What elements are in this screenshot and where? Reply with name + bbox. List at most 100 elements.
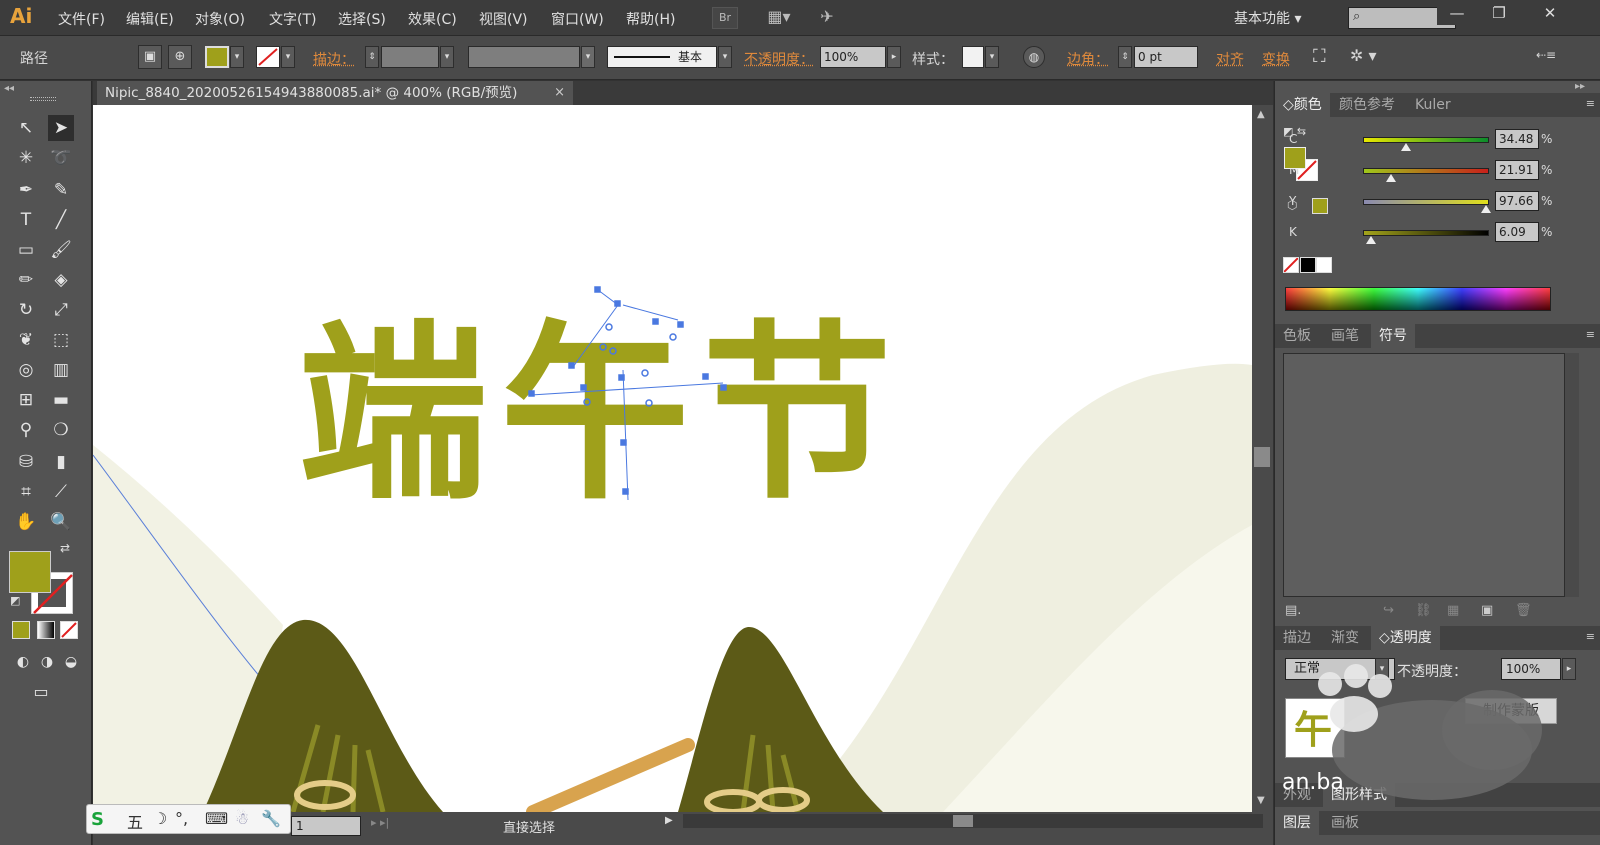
menu-select[interactable]: 选择(S) [338,9,386,29]
align-link[interactable]: 对齐 [1216,49,1244,69]
bridge-button[interactable]: Br [712,7,738,29]
keyboard-icon[interactable]: ⌨ [205,809,228,828]
artboard-canvas[interactable]: 端午节 [93,105,1252,812]
horizontal-scrollbar[interactable] [683,814,1263,828]
magenta-knob[interactable] [1385,174,1396,182]
status-menu-icon[interactable]: ▶ [665,815,673,826]
magic-wand-tool-icon[interactable]: ✳ [13,145,39,171]
magenta-slider[interactable] [1363,168,1489,174]
screen-mode-icon[interactable]: ▭ [28,679,54,705]
tab-kuler[interactable]: Kuler [1407,93,1459,117]
menu-type[interactable]: 文字(T) [269,9,316,29]
color-spectrum[interactable] [1285,287,1551,311]
tab-transparency[interactable]: ◇透明度 [1371,626,1440,650]
arrange-documents-icon[interactable]: ▦▾ [760,7,798,29]
none-mode-icon[interactable] [60,621,78,639]
corner-radius-input[interactable]: 0 pt [1134,46,1198,68]
opacity-label[interactable]: 不透明度： [744,49,814,69]
scroll-down-icon[interactable]: ▼ [1257,795,1265,806]
menu-file[interactable]: 文件(F) [58,9,105,29]
profile-dropdown[interactable]: ▾ [581,46,595,68]
stroke-color-swatch[interactable] [256,46,280,68]
pencil-tool-icon[interactable]: ✏ [13,267,39,293]
new-symbol-icon[interactable]: ▣ [1481,603,1493,618]
workspace-switcher[interactable]: 基本功能 ▾ [1234,8,1301,28]
cyan-value-input[interactable]: 34.48 [1495,129,1539,149]
swap-fill-stroke-icon[interactable]: ⇄ [60,541,70,555]
none-color-button[interactable] [1283,257,1299,273]
draw-behind-icon[interactable]: ◑ [34,649,60,675]
stroke-weight-dropdown[interactable]: ▾ [440,46,454,68]
symbols-scrollbar[interactable] [1565,353,1579,597]
fill-color-swatch[interactable] [205,46,229,68]
slice-tool-icon[interactable]: ⟋ [48,479,74,505]
corner-label[interactable]: 边角： [1067,49,1109,69]
ime-toolbar[interactable]: S 五 ☽ °, ⌨ ☃ 🔧 [86,804,291,834]
curvature-tool-icon[interactable]: ✎ [48,177,74,203]
blend-tool-icon[interactable]: ❍ [48,417,74,443]
magenta-value-input[interactable]: 21.91 [1495,160,1539,180]
variable-width-profile[interactable] [468,46,580,68]
place-symbol-icon[interactable]: ↪ [1383,603,1394,618]
cyan-slider[interactable] [1363,137,1489,143]
horizontal-scroll-thumb[interactable] [953,815,973,827]
draw-inside-icon[interactable]: ◒ [58,649,84,675]
tab-swatches[interactable]: 色板 [1275,324,1319,348]
mesh-tool-icon[interactable]: ⊞ [13,387,39,413]
scroll-up-icon[interactable]: ▲ [1257,109,1265,120]
isolate-group-icon[interactable]: ▣ [138,45,162,69]
black-slider[interactable] [1363,230,1489,236]
scale-tool-icon[interactable]: ⤢ [48,297,74,323]
rotate-tool-icon[interactable]: ↻ [13,297,39,323]
panel-menu-icon[interactable]: ⇠≡ [1536,48,1556,62]
vertical-scroll-thumb[interactable] [1254,447,1270,467]
paintbrush-tool-icon[interactable]: 🖌 [48,237,74,263]
pen-tool-icon[interactable]: ✒ [13,177,39,203]
tab-gradient[interactable]: 渐变 [1323,626,1367,650]
close-tab-icon[interactable]: × [554,81,565,105]
menu-view[interactable]: 视图(V) [479,9,528,29]
stroke-dropdown[interactable]: ▾ [281,46,295,68]
artboard-nav-icon[interactable]: ▸ ▸| [371,816,389,829]
close-window-button[interactable]: ✕ [1530,3,1570,25]
delete-symbol-icon[interactable]: 🗑 [1515,603,1532,618]
free-transform-tool-icon[interactable]: ⬚ [48,327,74,353]
menu-effect[interactable]: 效果(C) [408,9,457,29]
white-color-button[interactable] [1316,257,1332,273]
symbol-panel-menu-icon[interactable]: ≡ [1586,328,1595,341]
stroke-weight-stepper[interactable]: ⇕ [365,46,379,68]
corner-stepper[interactable]: ⇕ [1118,46,1132,68]
artboard-tool-icon[interactable]: ⌗ [13,479,39,505]
menu-object[interactable]: 对象(O) [195,9,245,29]
opacity-slider-button[interactable]: ▸ [887,46,901,68]
moon-icon[interactable]: ☽ [153,809,167,828]
rectangle-tool-icon[interactable]: ▭ [13,237,39,263]
tab-stroke[interactable]: 描边 [1275,626,1319,650]
tab-layers[interactable]: 图层 [1275,811,1319,835]
color-mode-icon[interactable] [12,621,30,639]
sogou-logo-icon[interactable]: S [91,809,104,830]
break-link-icon[interactable]: ⛓ [1415,603,1432,618]
collapse-icon[interactable]: ◂◂ [4,83,14,94]
tab-color[interactable]: ◇颜色 [1275,93,1330,117]
shape-builder-tool-icon[interactable]: ◎ [13,357,39,383]
menu-edit[interactable]: 编辑(E) [126,9,174,29]
symbols-list[interactable] [1283,353,1565,597]
black-color-button[interactable] [1300,257,1316,273]
color-panel-fill-swatch[interactable] [1284,147,1306,169]
stroke-weight-input[interactable] [381,46,439,68]
eyedropper-tool-icon[interactable]: ⚲ [13,417,39,443]
status-mode-text[interactable]: 直接选择 [503,817,555,836]
isolate-icon[interactable]: ✲ ▾ [1350,46,1377,65]
skin-icon[interactable]: ☃ [235,809,249,828]
opacity-input[interactable]: 100% [820,46,886,68]
document-tab[interactable]: Nipic_8840_20200526154943880085.ai* @ 40… [97,81,573,105]
perspective-grid-tool-icon[interactable]: ▥ [48,357,74,383]
default-colors-icon[interactable]: ◩ [10,594,20,607]
graphic-style-swatch[interactable] [962,46,984,68]
brush-definition[interactable]: 基本 [607,46,717,68]
tab-symbols[interactable]: 符号 [1371,324,1415,348]
transparency-opacity-slider-button[interactable]: ▸ [1562,658,1576,680]
anchor-convert-icon[interactable]: ⊕ [168,45,192,69]
color-panel-menu-icon[interactable]: ≡ [1586,97,1595,110]
